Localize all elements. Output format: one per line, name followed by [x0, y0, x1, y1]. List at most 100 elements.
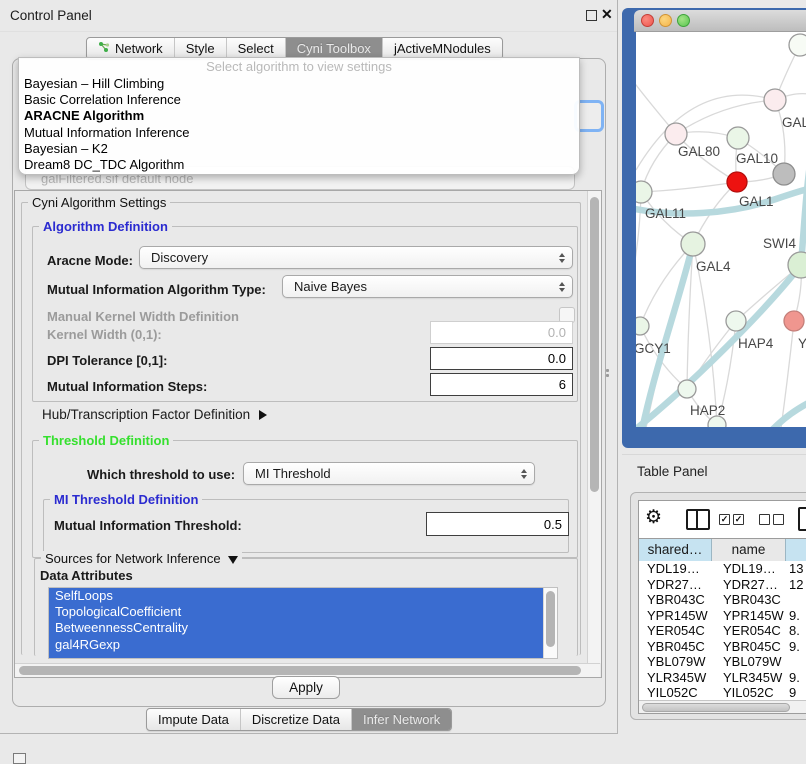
vertical-scrollbar-thumb[interactable] — [590, 197, 599, 492]
tab-jactivemnodules[interactable]: jActiveMNodules — [383, 38, 502, 59]
list-scrollbar[interactable] — [543, 588, 557, 658]
attribute-item[interactable]: gal4RGexp — [49, 637, 544, 653]
algorithm-item[interactable]: Bayesian – Hill Climbing — [19, 76, 579, 92]
aracne-mode-combo[interactable]: Discovery — [139, 246, 573, 269]
table-row[interactable]: YBR045CYBR045C9. — [639, 639, 806, 655]
hub-transcription-section[interactable]: Hub/Transcription Factor Definition — [42, 407, 267, 422]
tab-select[interactable]: Select — [227, 38, 286, 59]
table-cell: YBL079W — [723, 654, 782, 670]
network-node-gal80[interactable] — [665, 123, 687, 145]
table-scrollbar-thumb[interactable] — [642, 703, 790, 712]
deselect-all-columns-icon[interactable] — [759, 514, 787, 529]
export-table-icon[interactable] — [798, 507, 806, 531]
algorithm-item[interactable]: Basic Correlation Inference — [19, 92, 579, 108]
tab-impute-data[interactable]: Impute Data — [147, 709, 241, 730]
network-node-gal1[interactable] — [727, 172, 747, 192]
horizontal-scrollbar[interactable] — [15, 663, 600, 677]
network-node-gal11[interactable] — [636, 181, 652, 203]
mi-threshold-input[interactable] — [426, 512, 569, 536]
tab-infer-network[interactable]: Infer Network — [352, 709, 451, 730]
panel-splitter-handle[interactable] — [605, 368, 610, 378]
network-edge[interactable] — [636, 192, 641, 277]
vertical-scrollbar[interactable] — [587, 191, 601, 663]
network-node-node-gray[interactable] — [773, 163, 795, 185]
network-node-hap4[interactable] — [726, 311, 746, 331]
table-horizontal-scrollbar[interactable] — [639, 700, 806, 714]
table-cell: YDR27… — [723, 577, 778, 593]
tab-cyni-toolbox[interactable]: Cyni Toolbox — [286, 38, 383, 59]
columns-icon[interactable] — [686, 509, 710, 530]
tab-network[interactable]: Network — [87, 38, 175, 59]
network-node-gal4[interactable] — [681, 232, 705, 256]
algorithm-item[interactable]: Dream8 DC_TDC Algorithm — [19, 157, 579, 173]
table-row[interactable]: YBR043CYBR043C — [639, 592, 806, 608]
mi-steps-input[interactable] — [430, 373, 573, 396]
kernel-width-input[interactable] — [430, 321, 573, 344]
column-header-partial[interactable] — [786, 539, 806, 561]
table-row[interactable]: YLR345WYLR345W9. — [639, 670, 806, 686]
network-node-gcy1[interactable] — [636, 317, 649, 335]
algorithm-item[interactable]: Bayesian – K2 — [19, 141, 579, 157]
tab-style[interactable]: Style — [175, 38, 227, 59]
sources-group: Sources for Network Inference Data Attri… — [34, 558, 578, 656]
sources-title[interactable]: Sources for Network Inference — [41, 551, 242, 566]
attribute-item[interactable]: BetweennessCentrality — [49, 620, 544, 636]
algorithm-item[interactable]: Mutual Information Inference — [19, 125, 579, 141]
table-panel-title: Table Panel — [637, 464, 708, 479]
table-cell: 9. — [789, 639, 800, 655]
close-icon[interactable]: ✕ — [601, 6, 613, 23]
network-window-titlebar[interactable] — [634, 10, 806, 32]
column-header-name[interactable]: name — [712, 539, 786, 561]
collapse-arrow-icon[interactable] — [228, 556, 238, 564]
attribute-item[interactable]: SelfLoops — [49, 588, 544, 604]
close-traffic-light[interactable] — [641, 14, 654, 27]
mi-algorithm-type-label: Mutual Information Algorithm Type: — [47, 282, 266, 297]
mi-threshold-label: Mutual Information Threshold: — [54, 518, 242, 533]
horizontal-scrollbar-thumb[interactable] — [19, 666, 581, 675]
network-node-hap2[interactable] — [678, 380, 696, 398]
table-row[interactable]: YPR145WYPR145W9. — [639, 608, 806, 624]
network-node-gal10[interactable] — [727, 127, 749, 149]
table-cell: 9. — [789, 670, 800, 686]
mi-algorithm-type-combo[interactable]: Naive Bayes — [282, 275, 573, 298]
table-row[interactable]: YDR27…YDR27…12 — [639, 577, 806, 593]
expand-arrow-icon[interactable] — [259, 410, 267, 420]
which-threshold-combo[interactable]: MI Threshold — [243, 462, 535, 485]
network-node-label: Y — [798, 336, 806, 351]
attribute-item[interactable]: TopologicalCoefficient — [49, 604, 544, 620]
data-attributes-list[interactable]: SelfLoopsTopologicalCoefficientBetweenne… — [48, 587, 558, 659]
network-edge-thick[interactable] — [772, 400, 806, 427]
table-row[interactable]: YBL079WYBL079W — [639, 654, 806, 670]
network-node-node-top-edge[interactable] — [789, 34, 806, 56]
tab-discretize-data[interactable]: Discretize Data — [241, 709, 352, 730]
table-row[interactable]: YER054CYER054C8. — [639, 623, 806, 639]
network-canvas[interactable]: GALGAL80GAL10GAL1GAL11GAL4SWI4GCY1HAP4YH… — [636, 32, 806, 427]
network-node-label: HAP2 — [690, 403, 725, 418]
table-window: ⚙ ✓✓ shared… name YDL19…YDL19…13YDR27…YD… — [638, 500, 806, 714]
table-row[interactable]: YIL052CYIL052C9 — [639, 685, 806, 701]
network-node-gal-partial[interactable] — [764, 89, 786, 111]
minimize-traffic-light[interactable] — [659, 14, 672, 27]
tab-infer-network-label: Infer Network — [363, 712, 440, 727]
network-node-y-partial[interactable] — [784, 311, 804, 331]
network-edge[interactable] — [676, 100, 775, 134]
network-edge[interactable] — [641, 182, 737, 192]
network-edge-thick[interactable] — [801, 150, 806, 265]
data-attributes-label: Data Attributes — [40, 568, 133, 583]
zoom-traffic-light[interactable] — [677, 14, 690, 27]
table-cell: YDL19… — [723, 561, 776, 577]
network-graph[interactable]: GALGAL80GAL10GAL1GAL11GAL4SWI4GCY1HAP4YH… — [636, 32, 806, 427]
select-all-columns-icon[interactable]: ✓✓ — [719, 514, 747, 529]
algorithm-item[interactable]: ARACNE Algorithm — [19, 108, 579, 124]
titlebar-divider — [0, 31, 617, 32]
gear-icon[interactable]: ⚙ — [645, 508, 662, 527]
network-node-label: HAP4 — [738, 336, 774, 351]
dock-panel-icon[interactable] — [13, 753, 26, 764]
table-row[interactable]: YDL19…YDL19…13 — [639, 561, 806, 577]
dpi-tolerance-input[interactable] — [430, 347, 573, 370]
float-window-icon[interactable] — [586, 10, 597, 21]
column-header-shared-name[interactable]: shared… — [639, 539, 712, 561]
list-scrollbar-thumb[interactable] — [546, 591, 555, 647]
network-tab-icon — [98, 41, 110, 56]
apply-button[interactable]: Apply — [272, 676, 340, 699]
